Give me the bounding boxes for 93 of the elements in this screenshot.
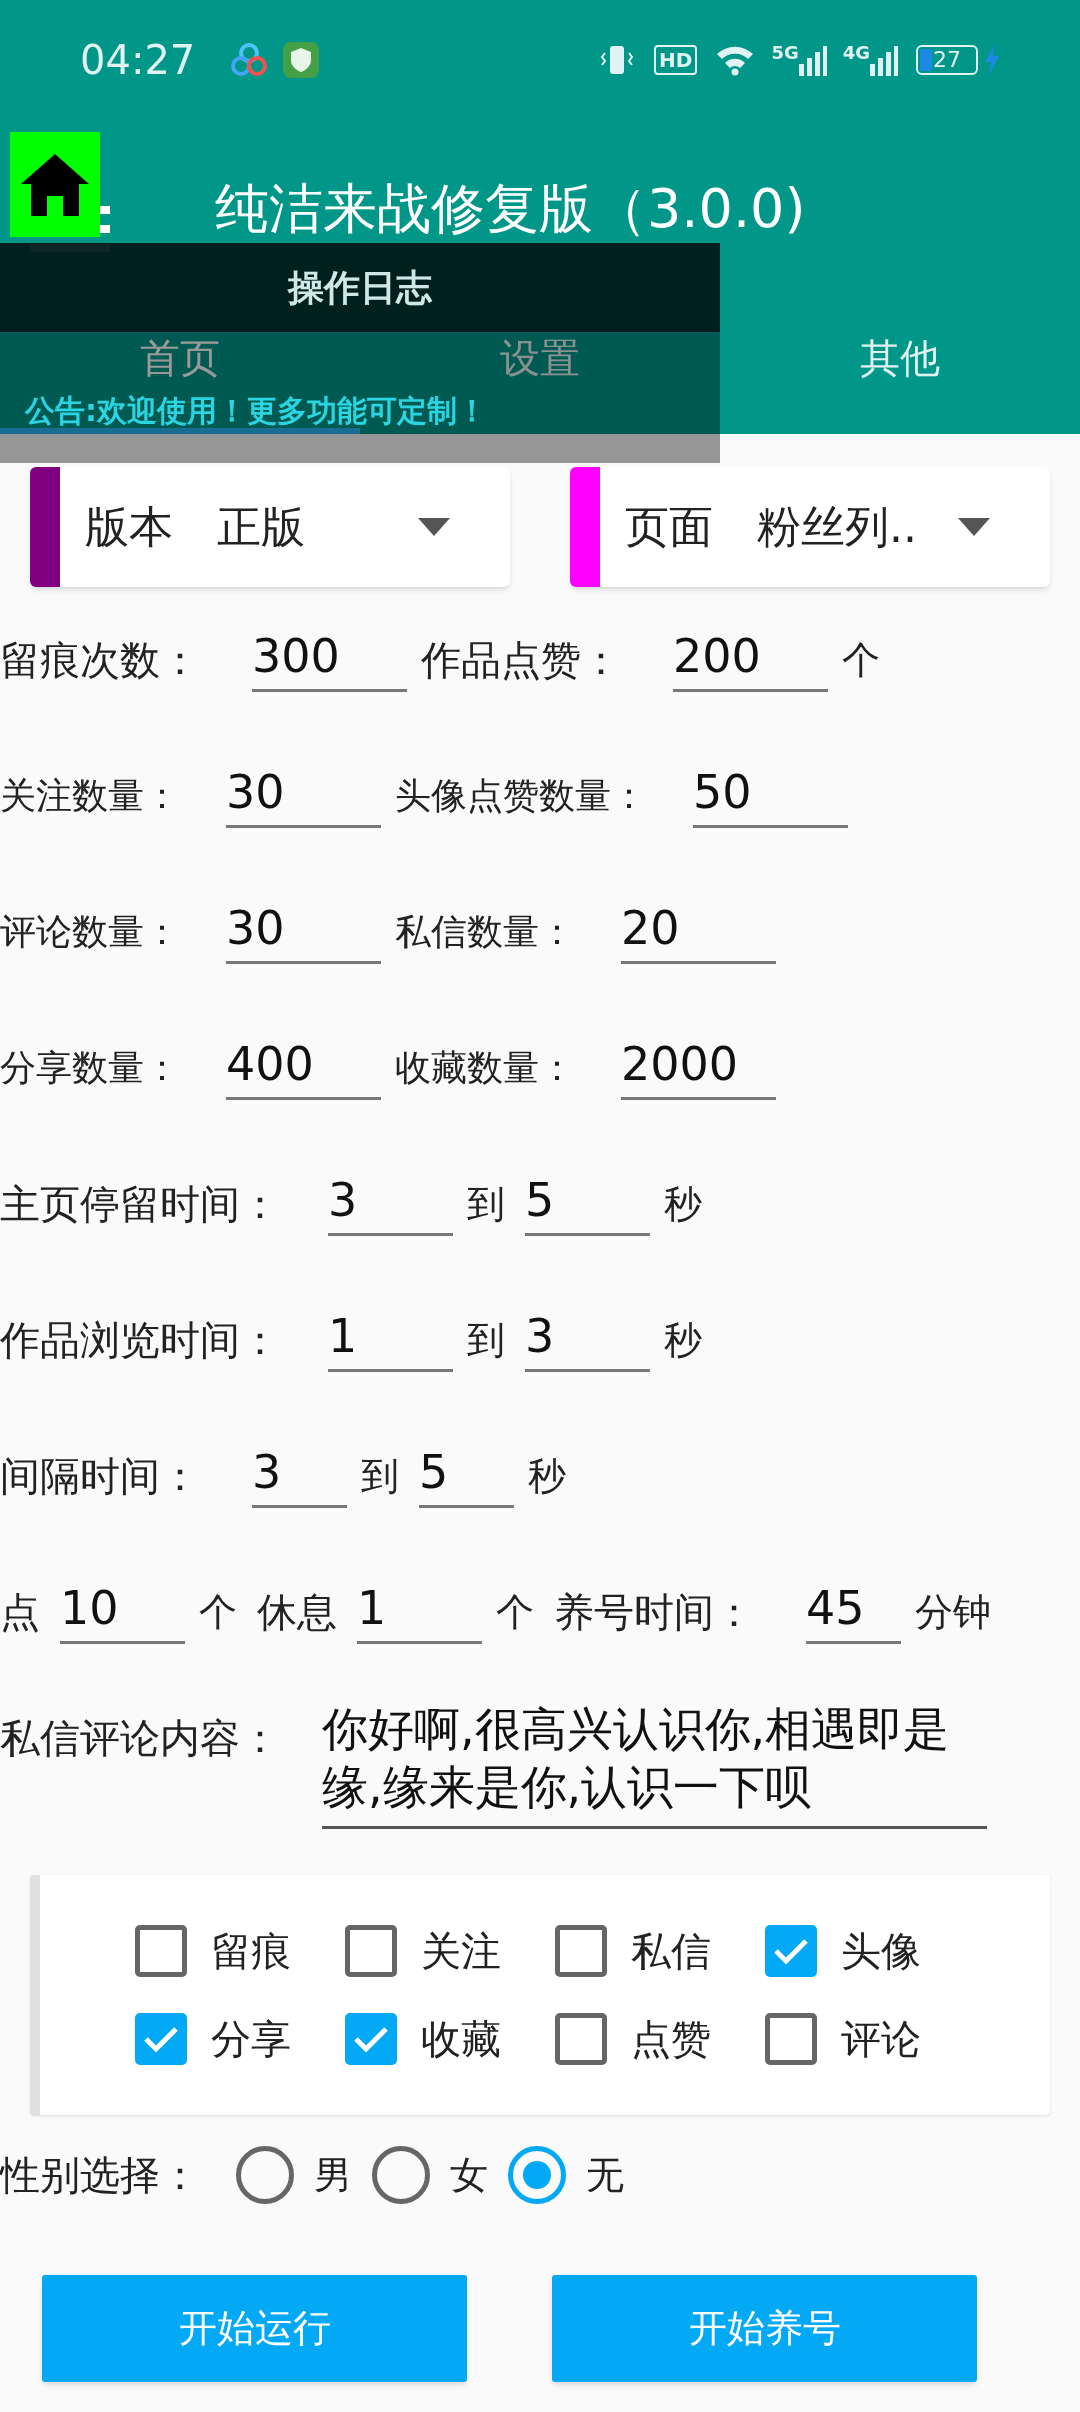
checkbox-label: 私信 (631, 1927, 711, 1976)
field-label: 点 (0, 1588, 40, 1637)
dropdown-value: 粉丝列.. (757, 500, 917, 554)
field-label: 收藏数量： (395, 1046, 575, 1090)
field-label: 私信评论内容： (0, 1714, 280, 1763)
unit-label: 个 (496, 1588, 534, 1636)
number-field[interactable]: 50 (693, 764, 848, 828)
number-field[interactable]: 5 (525, 1172, 650, 1236)
number-field[interactable]: 3 (525, 1308, 650, 1372)
field-label: 作品浏览时间： (0, 1316, 280, 1365)
checkbox-label: 留痕 (211, 1927, 291, 1976)
number-field[interactable]: 30 (226, 900, 381, 964)
number-field[interactable]: 200 (673, 628, 828, 692)
check-icon (353, 2025, 389, 2053)
unit-label: 个 (842, 636, 880, 684)
unit-label: 到 (467, 1316, 505, 1364)
checkbox-label: 关注 (421, 1927, 501, 1976)
number-field[interactable]: 5 (419, 1444, 514, 1508)
checkbox[interactable] (345, 2013, 397, 2065)
checkbox[interactable] (135, 1925, 187, 1977)
number-field[interactable]: 10 (60, 1580, 185, 1644)
clock: 04:27 (80, 36, 196, 85)
radio-label: 男 (314, 2151, 352, 2199)
radio-button[interactable] (508, 2146, 566, 2204)
unit-label: 秒 (664, 1180, 702, 1228)
radio-button[interactable] (372, 2146, 430, 2204)
checkbox[interactable] (555, 1925, 607, 1977)
vibrate-icon (600, 43, 635, 77)
unit-label: 秒 (528, 1452, 566, 1500)
home-icon (19, 151, 91, 218)
unit-label: 到 (361, 1452, 399, 1500)
app-title: 纯洁来战修复版（3.0.0) (215, 182, 806, 236)
checkbox-label: 收藏 (421, 2015, 501, 2064)
number-field[interactable]: 20 (621, 900, 776, 964)
home-button[interactable] (10, 132, 100, 237)
network-type: 4G (842, 44, 870, 62)
field-label: 留痕次数： (0, 636, 200, 685)
check-icon (773, 1937, 809, 1965)
checkbox[interactable] (555, 2013, 607, 2065)
shield-icon (283, 42, 320, 78)
checkbox-label: 评论 (841, 2015, 921, 2064)
dropdown-value: 正版 (217, 500, 305, 554)
checkbox-label: 分享 (211, 2015, 291, 2064)
field-label: 间隔时间： (0, 1452, 200, 1501)
field-label: 养号时间： (554, 1588, 754, 1637)
field-label: 主页停留时间： (0, 1180, 280, 1229)
unit-label: 个 (199, 1588, 237, 1636)
check-icon (143, 2025, 179, 2053)
dropdown-label: 版本 (85, 500, 173, 554)
message-field[interactable]: 你好啊,很高兴认识你,相遇即是缘,缘来是你,认识一下呗 (322, 1700, 987, 1829)
battery-indicator: 27 (916, 45, 978, 75)
field-label: 休息 (257, 1588, 337, 1637)
overlay-title: 操作日志 (288, 265, 432, 310)
wifi-icon (715, 44, 756, 76)
number-field[interactable]: 30 (226, 764, 381, 828)
dropdown[interactable]: 版本 正版 (30, 467, 510, 587)
number-field[interactable]: 3 (328, 1172, 453, 1236)
field-label: 头像点赞数量： (395, 774, 647, 818)
number-field[interactable]: 1 (328, 1308, 453, 1372)
number-field[interactable]: 1 (357, 1580, 482, 1644)
unit-label: 秒 (664, 1316, 702, 1364)
number-field[interactable]: 400 (226, 1036, 381, 1100)
notice-text: 公告:欢迎使用！更多功能可定制！ (25, 396, 488, 426)
checkbox[interactable] (345, 1925, 397, 1977)
caret-icon (958, 518, 990, 536)
checkbox[interactable] (765, 1925, 817, 1977)
dropdown-label: 页面 (625, 500, 713, 554)
app-icon (231, 42, 268, 78)
signal-icon (870, 44, 898, 76)
number-field[interactable]: 300 (252, 628, 407, 692)
radio-label: 女 (450, 2151, 488, 2199)
radio-button[interactable] (236, 2146, 294, 2204)
unit-label: 分钟 (915, 1588, 991, 1636)
field-label: 作品点赞： (421, 636, 621, 685)
unit-label: 到 (467, 1180, 505, 1228)
checkbox[interactable] (765, 2013, 817, 2065)
signal-icon (798, 44, 827, 76)
number-field[interactable]: 2000 (621, 1036, 776, 1100)
checkbox-label: 头像 (841, 1927, 921, 1976)
checkbox[interactable] (135, 2013, 187, 2065)
field-label: 关注数量： (0, 774, 180, 818)
radio-label: 无 (586, 2151, 624, 2199)
caret-icon (418, 518, 450, 536)
charging-icon (984, 45, 1000, 75)
field-label: 评论数量： (0, 910, 180, 954)
number-field[interactable]: 3 (252, 1444, 347, 1508)
field-label: 私信数量： (395, 910, 575, 954)
dropdown[interactable]: 页面 粉丝列.. (570, 467, 1050, 587)
hd-badge: HD (654, 45, 698, 75)
field-label: 分享数量： (0, 1046, 180, 1090)
network-type: 5G (771, 44, 799, 62)
number-field[interactable]: 45 (806, 1580, 901, 1644)
checkbox-label: 点赞 (631, 2015, 711, 2064)
